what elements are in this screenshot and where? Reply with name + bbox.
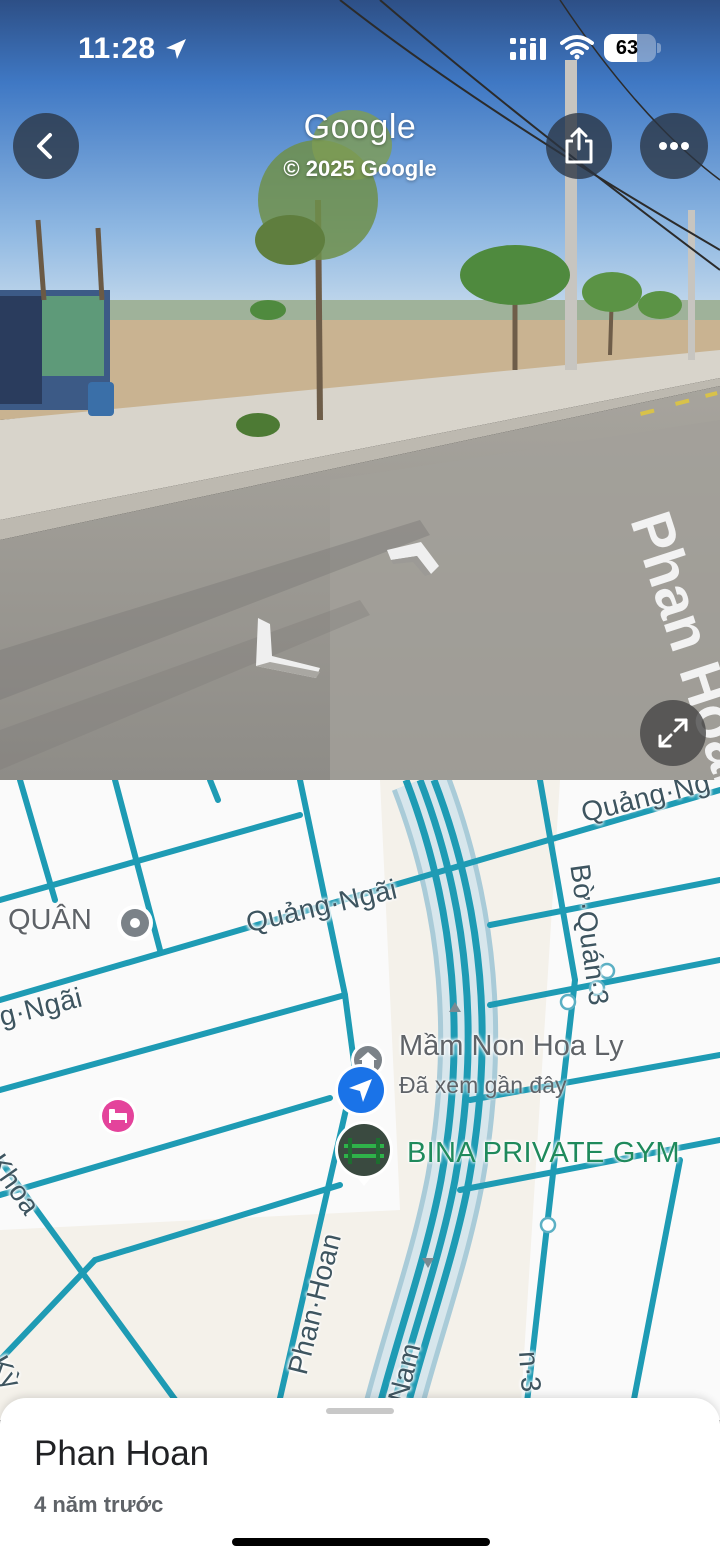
pin-icon[interactable] [116, 904, 154, 942]
capture-date: 4 năm trước [34, 1492, 164, 1517]
battery-icon: 63 [604, 34, 656, 62]
signal-icon [510, 38, 546, 60]
poi-label-gym[interactable]: BINA PRIVATE GYM [407, 1137, 680, 1170]
map-view[interactable]: Quảng·Ng Quảng·Ngãi g·Ngãi Bờ·Quán·3 Kho… [0, 780, 720, 1420]
location-arrow-icon [165, 39, 186, 59]
wifi-icon [560, 35, 594, 60]
street-label-n3: n·3 [513, 1350, 547, 1394]
street-view-panorama[interactable]: Phan Hoan 11:28 [0, 0, 720, 780]
expand-icon [658, 718, 688, 748]
share-icon [565, 127, 593, 164]
current-location-icon[interactable] [334, 1063, 388, 1117]
bottom-sheet[interactable]: Phan Hoan 4 năm trước [0, 1398, 720, 1560]
more-options-button[interactable] [640, 113, 708, 179]
poi-recently-viewed: Đã xem gần đây [399, 1072, 567, 1098]
poi-label-school[interactable]: Mầm Non Hoa Ly [399, 1030, 624, 1063]
poi-label-quan[interactable]: QUÂN [8, 904, 92, 937]
hotel-icon[interactable] [98, 1096, 138, 1140]
battery-level: 63 [615, 37, 639, 59]
gym-photo-pin[interactable] [334, 1120, 394, 1188]
place-title: Phan Hoan [34, 1434, 210, 1473]
home-indicator[interactable] [232, 1538, 490, 1546]
street-view-copyright: © 2025 Google [283, 156, 437, 181]
sheet-drag-handle[interactable] [326, 1408, 394, 1414]
status-time: 11:28 [78, 32, 156, 65]
nav-arrow-icon[interactable] [250, 616, 326, 680]
status-bar: 11:28 63 [0, 0, 720, 100]
street-view-title: Google [303, 108, 417, 146]
share-button[interactable] [546, 113, 612, 179]
more-icon [659, 142, 689, 150]
nav-arrow-icon[interactable] [383, 540, 443, 580]
expand-button[interactable] [640, 700, 706, 766]
